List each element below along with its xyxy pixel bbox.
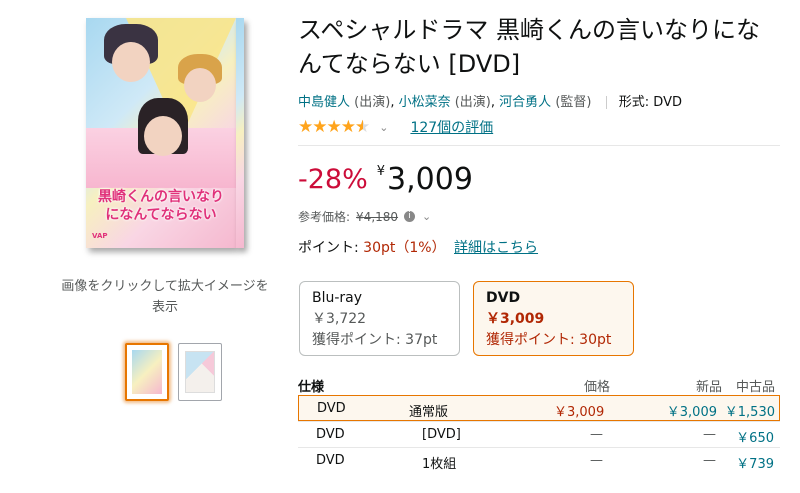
- thumbnail-back[interactable]: [178, 343, 222, 401]
- list-price-value: ¥4,180: [356, 209, 399, 224]
- row-new-price-link[interactable]: ￥3,009: [657, 401, 717, 420]
- list-price-row: 参考価格: ¥4,180 i ⌄: [298, 208, 431, 225]
- thumbnail-front[interactable]: [125, 343, 169, 401]
- publisher-logo: VAP: [92, 232, 108, 240]
- format-value: DVD: [653, 95, 682, 110]
- rating-row: ★★★★★ ★ ⌄ 127個の評価: [298, 117, 493, 137]
- format-option-points: 獲得ポイント: 37pt: [312, 332, 438, 348]
- current-price: 3,009: [387, 162, 473, 197]
- format-option-name: Blu-ray: [312, 290, 363, 306]
- format-label: 形式:: [618, 95, 650, 110]
- row-price: —: [590, 453, 603, 468]
- table-row[interactable]: DVD 1枚組 — — ￥739: [298, 447, 780, 473]
- list-price-label: 参考価格:: [298, 210, 351, 224]
- rating-count-link[interactable]: 127個の評価: [410, 117, 493, 137]
- row-type: 通常版: [409, 405, 449, 420]
- divider: [298, 145, 780, 146]
- row-new-price: —: [703, 427, 716, 442]
- format-option-price: ￥3,722: [312, 311, 367, 327]
- price-row: -28% ¥ 3,009: [298, 160, 473, 200]
- contributor-link-2[interactable]: 小松菜奈: [399, 95, 451, 110]
- row-used-price-link[interactable]: ￥739: [718, 453, 774, 472]
- chevron-down-icon[interactable]: ⌄: [379, 121, 388, 134]
- image-zoom-caption: 画像をクリックして拡大イメージを表示: [61, 279, 269, 315]
- row-format: DVD: [316, 453, 345, 468]
- star-rating-icon[interactable]: ★★★★★ ★: [298, 117, 370, 137]
- byline: 中島健人 (出演), 小松菜奈 (出演), 河合勇人 (監督) 形式: DVD: [298, 95, 682, 110]
- product-title: スペシャルドラマ 黒崎くんの言いなりになんてならない [DVD]: [298, 16, 760, 78]
- info-icon[interactable]: i: [404, 211, 416, 222]
- edition-table: 仕様 価格 新品 中古品 DVD 通常版 ￥3,009 ￥3,009 ￥1,53…: [298, 373, 780, 473]
- table-row[interactable]: DVD [DVD] — — ￥650: [298, 421, 780, 447]
- points-label: ポイント:: [298, 240, 359, 256]
- thumbnail-strip: [125, 343, 222, 401]
- row-used-price-link[interactable]: ￥1,530: [719, 401, 775, 420]
- row-used-price-link[interactable]: ￥650: [718, 427, 774, 446]
- row-price: —: [590, 427, 603, 442]
- header-spec: 仕様: [298, 380, 325, 395]
- format-option-bluray[interactable]: Blu-ray ￥3,722 獲得ポイント: 37pt: [299, 281, 460, 356]
- byline-divider: [605, 96, 607, 109]
- contributor-role-3: (監督): [555, 95, 592, 110]
- header-price: 価格: [584, 380, 611, 395]
- format-option-points: 獲得ポイント: 30pt: [486, 332, 612, 348]
- contributor-link-1[interactable]: 中島健人: [298, 95, 350, 110]
- contributor-role-2: (出演): [454, 95, 491, 110]
- header-used: 中古品: [736, 380, 776, 395]
- row-price: ￥3,009: [554, 405, 605, 420]
- row-format: DVD: [317, 401, 346, 416]
- header-new: 新品: [696, 380, 723, 395]
- edition-table-header: 仕様 価格 新品 中古品: [298, 373, 780, 395]
- points-row: ポイント: 30pt（1%） 詳細はこちら: [298, 237, 538, 257]
- format-option-name: DVD: [486, 290, 521, 306]
- chevron-down-icon[interactable]: ⌄: [422, 210, 431, 223]
- row-format: DVD: [316, 427, 345, 442]
- currency-symbol: ¥: [376, 164, 386, 179]
- row-new-price: —: [703, 453, 716, 468]
- cover-title-text: 黒崎くんの言いなりになんてならない: [98, 189, 224, 223]
- row-type: 1枚組: [422, 457, 457, 472]
- points-details-link[interactable]: 詳細はこちら: [454, 240, 538, 256]
- product-main-image[interactable]: 黒崎くんの言いなりになんてならない VAP: [86, 18, 246, 258]
- format-option-dvd[interactable]: DVD ￥3,009 獲得ポイント: 30pt: [473, 281, 634, 356]
- contributor-role-1: (出演): [354, 95, 391, 110]
- dvd-cover-art: 黒崎くんの言いなりになんてならない VAP: [86, 18, 236, 248]
- table-row[interactable]: DVD 通常版 ￥3,009 ￥3,009 ￥1,530: [298, 395, 780, 421]
- discount-percent: -28%: [298, 164, 368, 195]
- format-option-price: ￥3,009: [486, 311, 545, 327]
- dvd-spine: [236, 18, 244, 248]
- points-value: 30pt（1%）: [363, 240, 446, 256]
- contributor-link-3[interactable]: 河合勇人: [499, 95, 551, 110]
- row-type: [DVD]: [422, 427, 461, 442]
